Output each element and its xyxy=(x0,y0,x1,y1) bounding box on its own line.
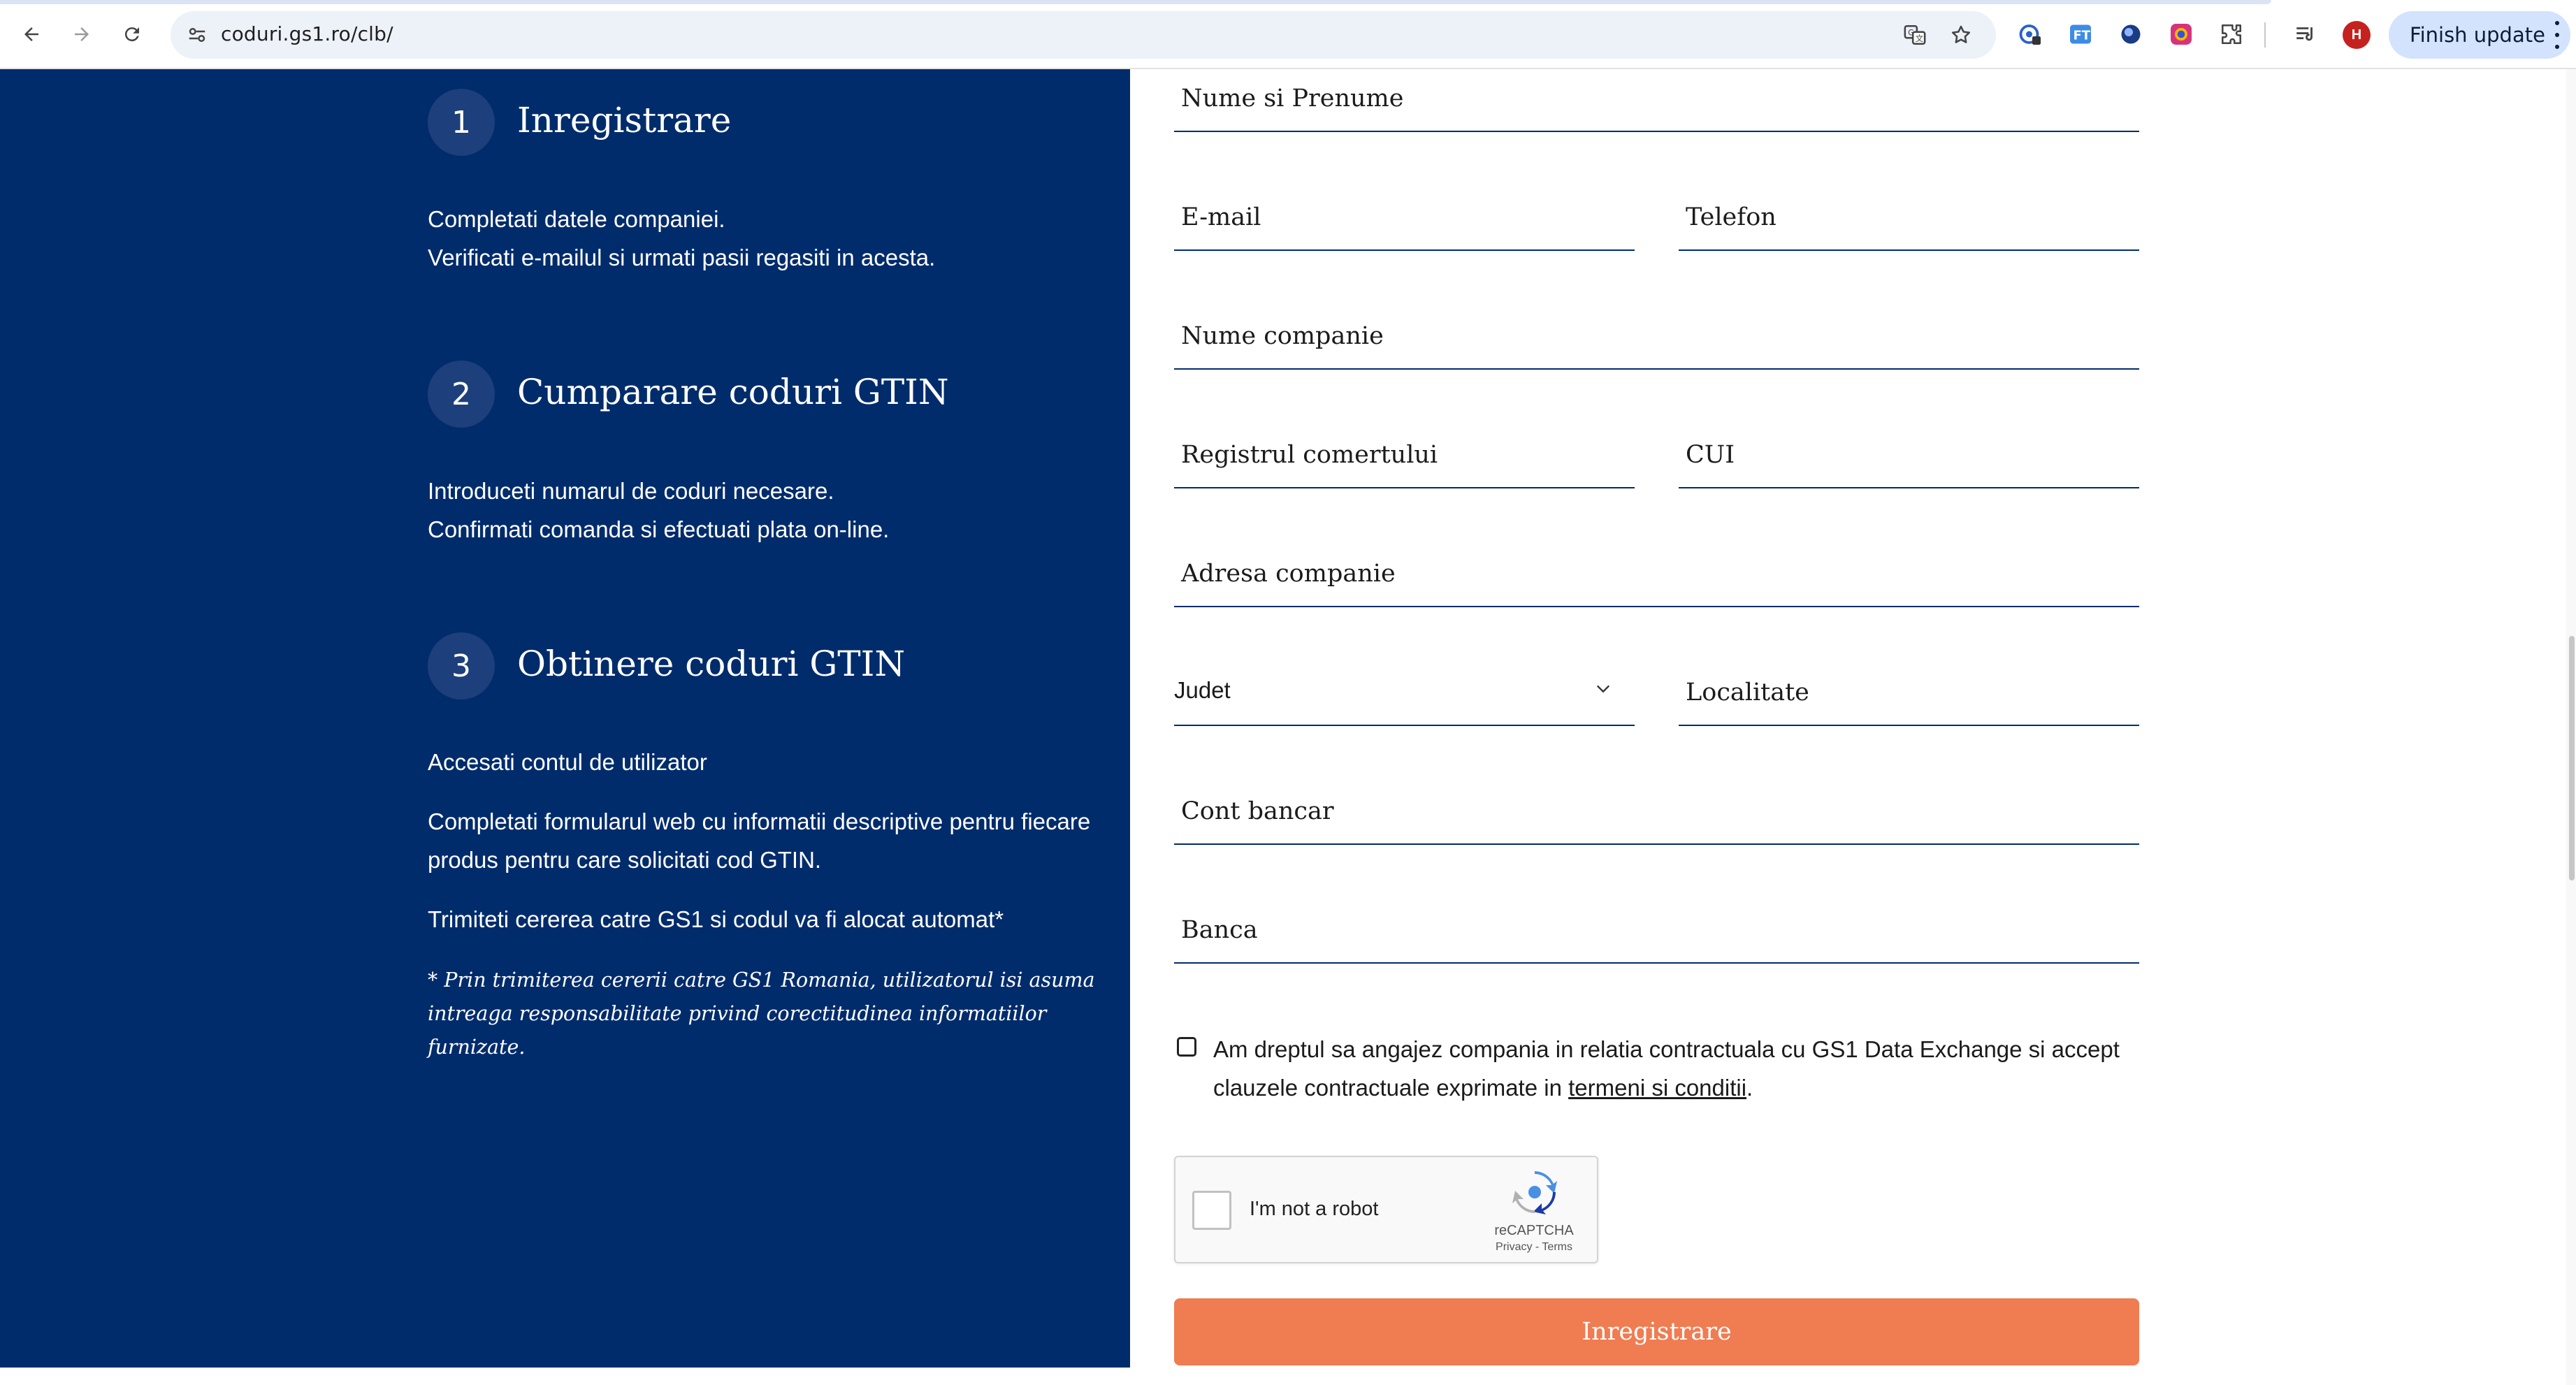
bookmark-star-icon[interactable] xyxy=(1944,18,1978,52)
toolbar-divider xyxy=(2264,22,2266,48)
register-submit-button[interactable]: Inregistrare xyxy=(1174,1298,2139,1365)
recaptcha-logo-icon xyxy=(1512,1171,1557,1214)
recaptcha-widget: I'm not a robot reCAPTCHA Privacy - Term… xyxy=(1174,1156,1598,1263)
tab-strip-edge xyxy=(0,0,2271,4)
bank-field[interactable]: Banca xyxy=(1174,901,2139,964)
finish-update-label: Finish update xyxy=(2410,23,2545,47)
reload-button[interactable] xyxy=(116,18,148,50)
step-number: 3 xyxy=(428,632,495,699)
terms-text: Am dreptul sa angajez compania in relati… xyxy=(1213,1030,2150,1107)
reading-list-icon[interactable] xyxy=(2289,18,2322,50)
extension-shield-icon[interactable] xyxy=(2014,18,2046,50)
back-button[interactable] xyxy=(15,18,48,50)
recaptcha-checkbox[interactable] xyxy=(1192,1191,1231,1230)
step-number: 1 xyxy=(428,89,495,156)
field-label: Registrul comertului xyxy=(1181,441,1438,469)
city-field[interactable]: Localitate xyxy=(1679,663,2139,726)
email-field[interactable]: E-mail xyxy=(1174,188,1635,251)
phone-field[interactable]: Telefon xyxy=(1679,188,2139,251)
field-label: Adresa companie xyxy=(1181,560,1396,588)
reload-icon xyxy=(124,27,139,42)
terms-text-end: . xyxy=(1746,1075,1753,1101)
step-line: Accesati contul de utilizator xyxy=(428,749,707,775)
step-line: Introduceti numarul de coduri necesare. xyxy=(428,478,834,504)
site-settings-icon[interactable] xyxy=(180,18,214,52)
step-line: Completati formularul web cu informatii … xyxy=(428,808,1091,873)
url-text[interactable]: coduri.gs1.ro/clb/ xyxy=(221,22,393,45)
chevron-down-icon xyxy=(1596,685,1610,693)
step-description: Introduceti numarul de coduri necesare. … xyxy=(428,472,1092,549)
svg-text:FT: FT xyxy=(2074,29,2091,43)
field-label: Localitate xyxy=(1686,679,1809,706)
terms-checkbox[interactable] xyxy=(1177,1037,1196,1057)
forward-button[interactable] xyxy=(66,18,98,50)
step-title: Obtinere coduri GTIN xyxy=(517,644,906,684)
more-menu-icon[interactable] xyxy=(2554,21,2561,49)
recaptcha-links[interactable]: Privacy - Terms xyxy=(1476,1241,1592,1254)
profile-avatar[interactable]: H xyxy=(2343,21,2371,49)
bank-account-field[interactable]: Cont bancar xyxy=(1174,782,2139,845)
step-title: Cumparare coduri GTIN xyxy=(517,372,949,412)
county-select[interactable]: Judet xyxy=(1174,663,1635,726)
field-label: Nume companie xyxy=(1181,322,1384,350)
terms-link[interactable]: termeni si conditii xyxy=(1568,1075,1746,1101)
field-label: CUI xyxy=(1686,441,1735,469)
browser-toolbar: coduri.gs1.ro/clb/ G文 FT H Finish update xyxy=(0,0,2576,69)
step-title: Inregistrare xyxy=(517,100,732,140)
full-name-field[interactable]: Nume si Prenume xyxy=(1174,69,2139,132)
field-label: Telefon xyxy=(1686,203,1777,231)
cui-field[interactable]: CUI xyxy=(1679,426,2139,488)
field-label: Cont bancar xyxy=(1181,797,1334,825)
step-number: 2 xyxy=(428,361,495,428)
recaptcha-brand: reCAPTCHA xyxy=(1494,1223,1574,1238)
select-value: Judet xyxy=(1174,677,1231,703)
field-label: Banca xyxy=(1181,916,1258,944)
recaptcha-label: I'm not a robot xyxy=(1250,1198,1379,1220)
step-line: Confirmati comanda si efectuati plata on… xyxy=(428,516,890,542)
svg-text:文: 文 xyxy=(1916,34,1923,43)
company-name-field[interactable]: Nume companie xyxy=(1174,307,2139,370)
company-address-field[interactable]: Adresa companie xyxy=(1174,544,2139,607)
scrollbar-thumb[interactable] xyxy=(2569,636,2575,880)
extensions-puzzle-icon[interactable] xyxy=(2215,18,2248,50)
step-description: Accesati contul de utilizator Completati… xyxy=(428,743,1092,938)
finish-update-button[interactable]: Finish update xyxy=(2389,11,2570,59)
translate-icon[interactable]: G文 xyxy=(1898,18,1932,52)
field-label: E-mail xyxy=(1181,203,1261,231)
field-label: Nume si Prenume xyxy=(1181,85,1404,113)
step-line: Verificati e-mailul si urmati pasii rega… xyxy=(428,245,936,270)
disclaimer-note: * Prin trimiterea cererii catre GS1 Roma… xyxy=(428,969,1095,1059)
step-line: Completati datele companiei. xyxy=(428,206,725,232)
back-arrow-icon xyxy=(24,27,38,41)
step-line: Trimiteti cererea catre GS1 si codul va … xyxy=(428,906,1004,932)
trade-register-field[interactable]: Registrul comertului xyxy=(1174,426,1635,488)
extension-color-icon[interactable] xyxy=(2165,18,2197,50)
forward-arrow-icon xyxy=(75,27,89,41)
step-description: Completati datele companiei. Verificati … xyxy=(428,200,1092,277)
address-bar[interactable]: coduri.gs1.ro/clb/ G文 xyxy=(171,11,1996,59)
extension-globe-icon[interactable] xyxy=(2115,18,2147,50)
extension-ft-icon[interactable]: FT xyxy=(2064,18,2097,50)
steps-panel: 1 Inregistrare Completati datele compani… xyxy=(0,69,1130,1368)
